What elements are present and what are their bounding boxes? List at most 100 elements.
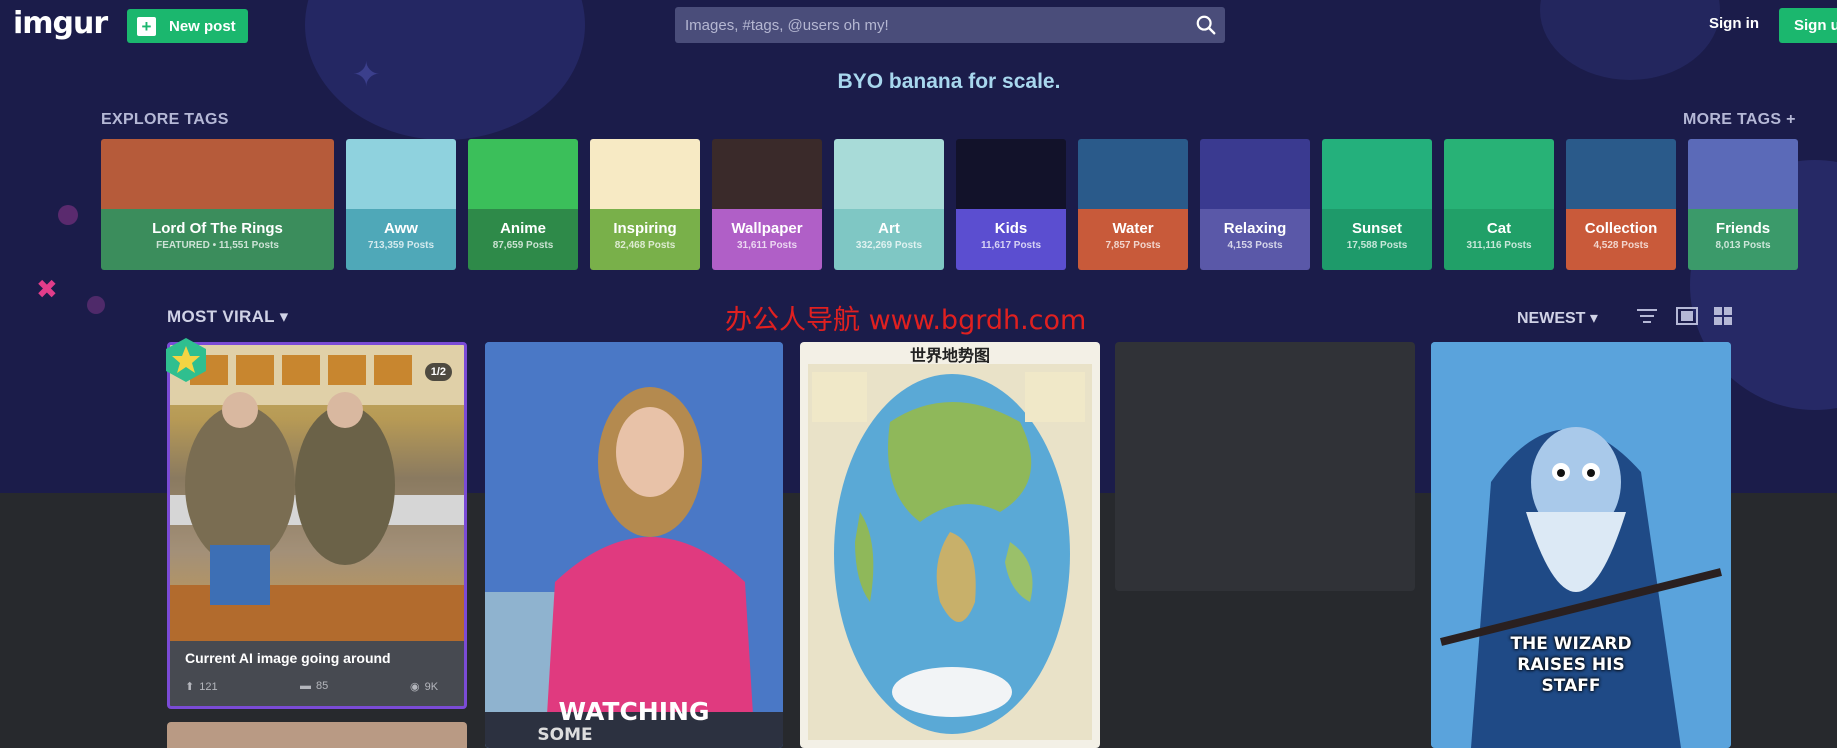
post-image bbox=[808, 364, 1092, 740]
tag-info: Lord Of The Rings FEATURED • 11,551 Posts bbox=[101, 209, 334, 270]
tag-info: Art 332,269 Posts bbox=[834, 209, 944, 270]
tag-tile[interactable]: Water 7,857 Posts bbox=[1078, 139, 1188, 270]
search-input[interactable] bbox=[675, 7, 1175, 43]
tag-post-count: 7,857 Posts bbox=[1105, 240, 1161, 251]
more-tags-link[interactable]: MORE TAGS + bbox=[1683, 111, 1796, 129]
tag-post-count: FEATURED • 11,551 Posts bbox=[156, 240, 279, 251]
tag-post-count: 31,611 Posts bbox=[736, 240, 798, 251]
tag-artwork bbox=[1688, 139, 1798, 209]
tag-post-count: 87,659 Posts bbox=[492, 240, 554, 251]
tag-info: Kids 11,617 Posts bbox=[956, 209, 1066, 270]
section-label: MOST VIRAL bbox=[167, 307, 275, 326]
upvote-stat[interactable]: ⬆ 121 bbox=[185, 680, 218, 694]
uniform-view-icon[interactable] bbox=[1676, 306, 1698, 326]
tag-artwork bbox=[1566, 139, 1676, 209]
tag-tile[interactable]: Kids 11,617 Posts bbox=[956, 139, 1066, 270]
featured-star-icon bbox=[166, 338, 206, 382]
tag-name: Wallpaper bbox=[731, 220, 803, 237]
post-title: Current AI image going around bbox=[185, 650, 391, 666]
view-count: 9K bbox=[424, 680, 439, 693]
tag-name: Inspiring bbox=[613, 220, 677, 237]
tag-tile[interactable]: Collection 4,528 Posts bbox=[1566, 139, 1676, 270]
comment-icon: ▬ bbox=[300, 680, 311, 692]
tag-info: Anime 87,659 Posts bbox=[468, 209, 578, 270]
tag-post-count: 311,116 Posts bbox=[1466, 240, 1532, 251]
tag-name: Water bbox=[1112, 220, 1154, 237]
post-stats: ⬆ 121 ▬ 85 ◉ 9K bbox=[185, 680, 450, 696]
tag-tile[interactable]: Sunset 17,588 Posts bbox=[1322, 139, 1432, 270]
tag-post-count: 713,359 Posts bbox=[367, 240, 435, 251]
top-header: imgur + New post Sign in Sign up bbox=[0, 0, 1837, 52]
tag-artwork bbox=[1322, 139, 1432, 209]
tag-info: Sunset 17,588 Posts bbox=[1322, 209, 1432, 270]
new-post-label: New post bbox=[169, 17, 236, 35]
tag-info: Relaxing 4,153 Posts bbox=[1200, 209, 1310, 270]
tag-artwork bbox=[956, 139, 1066, 209]
tag-post-count: 17,588 Posts bbox=[1346, 240, 1408, 251]
post-image-art bbox=[170, 345, 464, 641]
sign-up-button[interactable]: Sign up bbox=[1779, 8, 1837, 43]
imgur-logo[interactable]: imgur bbox=[13, 6, 108, 41]
tag-name: Relaxing bbox=[1223, 220, 1287, 237]
view-stat: ◉ 9K bbox=[410, 680, 439, 694]
grid-view-icon[interactable] bbox=[1712, 306, 1734, 326]
sort-label: NEWEST bbox=[1517, 310, 1586, 327]
tag-tile[interactable]: Friends 8,013 Posts bbox=[1688, 139, 1798, 270]
tag-name: Art bbox=[878, 220, 900, 237]
sign-in-link[interactable]: Sign in bbox=[1709, 15, 1759, 32]
tagline: BYO banana for scale. bbox=[837, 70, 1061, 93]
tag-tile[interactable]: Cat 311,116 Posts bbox=[1444, 139, 1554, 270]
tag-artwork bbox=[346, 139, 456, 209]
tag-info: Wallpaper 31,611 Posts bbox=[712, 209, 822, 270]
search-bar bbox=[675, 7, 1225, 43]
tag-tile[interactable]: Wallpaper 31,611 Posts bbox=[712, 139, 822, 270]
post-card[interactable]: 1/2 Current AI image going around ⬆ 121 … bbox=[167, 342, 467, 709]
tag-artwork bbox=[1444, 139, 1554, 209]
tag-name: Lord Of The Rings bbox=[152, 220, 283, 237]
tag-info: Friends 8,013 Posts bbox=[1688, 209, 1798, 270]
tag-tile[interactable]: Art 332,269 Posts bbox=[834, 139, 944, 270]
tag-artwork bbox=[101, 139, 334, 209]
tag-post-count: 4,153 Posts bbox=[1227, 240, 1283, 251]
most-viral-dropdown[interactable]: MOST VIRAL ▾ bbox=[167, 307, 288, 327]
caption-subtext: SOME bbox=[537, 725, 593, 745]
tag-info: Inspiring 82,468 Posts bbox=[590, 209, 700, 270]
upvote-icon: ⬆ bbox=[185, 681, 195, 693]
post-card[interactable]: 世界地势图 bbox=[800, 342, 1100, 748]
tag-post-count: 332,269 Posts bbox=[855, 240, 923, 251]
tag-tile[interactable]: Relaxing 4,153 Posts bbox=[1200, 139, 1310, 270]
post-card[interactable]: THE WIZARD RAISES HIS STAFF bbox=[1431, 342, 1731, 748]
tag-tile[interactable]: Anime 87,659 Posts bbox=[468, 139, 578, 270]
search-icon[interactable] bbox=[1195, 14, 1217, 36]
watermark-text: 办公人导航 www.bgrdh.com bbox=[725, 305, 1087, 336]
tag-artwork bbox=[1078, 139, 1188, 209]
tag-artwork bbox=[834, 139, 944, 209]
sparkle-icon: ✖ bbox=[36, 274, 58, 304]
tag-post-count: 8,013 Posts bbox=[1715, 240, 1771, 251]
tag-tile[interactable]: Lord Of The Rings FEATURED • 11,551 Posts bbox=[101, 139, 334, 270]
post-card[interactable] bbox=[167, 722, 467, 748]
tag-tile[interactable]: Aww 713,359 Posts bbox=[346, 139, 456, 270]
tag-post-count: 82,468 Posts bbox=[614, 240, 676, 251]
tag-artwork bbox=[1200, 139, 1310, 209]
post-image: 1/2 bbox=[170, 345, 464, 641]
tag-name: Friends bbox=[1715, 220, 1771, 237]
tag-artwork bbox=[590, 139, 700, 209]
explore-tags-heading: EXPLORE TAGS bbox=[101, 111, 229, 128]
plus-icon: + bbox=[137, 16, 156, 36]
tag-post-count: 11,617 Posts bbox=[980, 240, 1042, 251]
filter-icon[interactable] bbox=[1636, 306, 1658, 326]
comment-stat: ▬ 85 bbox=[300, 680, 328, 692]
post-image bbox=[485, 342, 783, 748]
post-card[interactable]: WATCHING SOME bbox=[485, 342, 783, 748]
map-title: 世界地势图 bbox=[909, 346, 990, 365]
tag-artwork bbox=[712, 139, 822, 209]
tag-tile[interactable]: Inspiring 82,468 Posts bbox=[590, 139, 700, 270]
background-dot bbox=[58, 205, 78, 225]
comment-count: 85 bbox=[316, 680, 329, 692]
sort-dropdown[interactable]: NEWEST ▾ bbox=[1517, 308, 1598, 328]
tag-name: Aww bbox=[384, 220, 418, 237]
post-card[interactable] bbox=[1115, 342, 1415, 591]
tag-name: Anime bbox=[500, 220, 546, 237]
new-post-button[interactable]: + New post bbox=[127, 9, 248, 43]
